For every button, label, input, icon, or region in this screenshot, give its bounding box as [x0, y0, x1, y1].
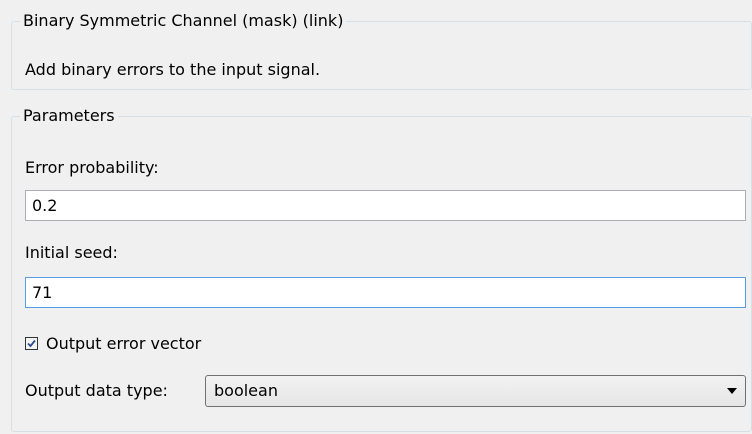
error-probability-label: Error probability:: [25, 158, 159, 177]
output-data-type-select[interactable]: boolean: [205, 375, 746, 407]
initial-seed-label: Initial seed:: [25, 243, 118, 262]
description-group-title: Binary Symmetric Channel (mask) (link): [20, 10, 347, 32]
initial-seed-input[interactable]: [25, 277, 746, 308]
output-error-vector-label: Output error vector: [46, 333, 202, 353]
output-data-type-value: boolean: [214, 381, 278, 400]
output-error-vector-checkbox[interactable]: [25, 336, 38, 350]
error-probability-input[interactable]: [25, 190, 746, 221]
output-data-type-label: Output data type:: [25, 381, 168, 400]
output-error-vector-option[interactable]: Output error vector: [25, 332, 201, 354]
parameters-group-title: Parameters: [20, 105, 118, 127]
block-description: Add binary errors to the input signal.: [25, 60, 321, 79]
check-icon: [27, 339, 36, 347]
chevron-down-icon: [727, 388, 737, 394]
